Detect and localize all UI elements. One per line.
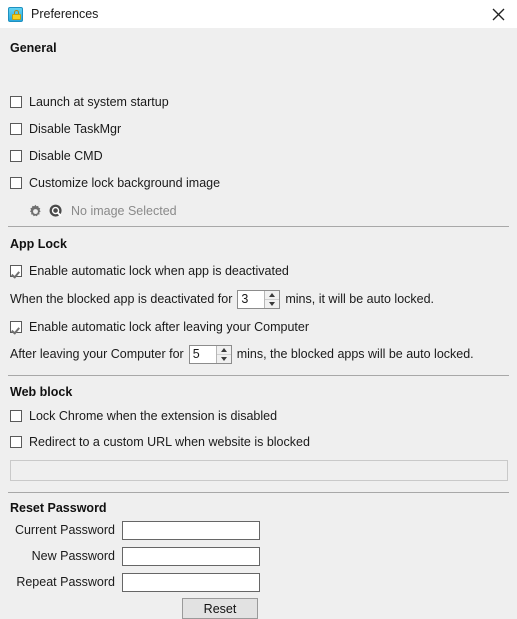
leaving-sentence-before: After leaving your Computer for: [10, 347, 184, 361]
divider-applock-webblock: [8, 375, 509, 376]
checkbox-label-disable-taskmgr: Disable TaskMgr: [29, 122, 122, 136]
section-title-reset-password: Reset Password: [10, 501, 107, 515]
spinner-up-leaving-minutes[interactable]: [216, 346, 231, 355]
field-row-repeat-password: Repeat Password: [10, 572, 260, 592]
checkbox-disable-cmd[interactable]: [10, 150, 22, 162]
deactivated-sentence-after: mins, it will be auto locked.: [285, 292, 435, 306]
app-lock-padlock-icon: [8, 6, 23, 22]
spinner-leaving-minutes[interactable]: 5: [188, 344, 232, 364]
checkbox-disable-taskmgr[interactable]: [10, 123, 22, 135]
spinner-deactivated-minutes[interactable]: 3: [237, 289, 281, 309]
field-row-new-password: New Password: [10, 546, 260, 566]
checkbox-lock-chrome[interactable]: [10, 410, 22, 422]
divider-general-applock: [8, 226, 509, 227]
spinner-down-leaving-minutes[interactable]: [217, 355, 231, 363]
checkbox-row-launch-at-startup[interactable]: Launch at system startup: [10, 93, 169, 111]
checkbox-label-disable-cmd: Disable CMD: [29, 149, 103, 163]
spinner-value-leaving-minutes[interactable]: 5: [190, 346, 216, 363]
spinner-value-deactivated-minutes[interactable]: 3: [238, 291, 264, 308]
leaving-minutes-sentence: After leaving your Computer for 5 mins, …: [10, 344, 474, 364]
checkbox-row-disable-cmd[interactable]: Disable CMD: [10, 147, 103, 165]
field-row-current-password: Current Password: [10, 520, 260, 540]
section-title-general: General: [10, 41, 57, 55]
checkbox-auto-lock-leaving[interactable]: [10, 321, 22, 333]
custom-url-input[interactable]: [10, 460, 508, 481]
deactivated-minutes-sentence: When the blocked app is deactivated for …: [10, 289, 434, 309]
repeat-password-field[interactable]: [122, 572, 260, 592]
no-image-selected-text: No image Selected: [71, 204, 177, 218]
search-icon[interactable]: [49, 204, 64, 219]
title-bar: Preferences: [0, 0, 517, 28]
checkbox-redirect-custom-url[interactable]: [10, 436, 22, 448]
spinner-down-deactivated-minutes[interactable]: [265, 300, 279, 308]
label-new-password: New Password: [31, 549, 115, 563]
new-password-field[interactable]: [122, 546, 260, 566]
checkbox-label-auto-lock-deactivated: Enable automatic lock when app is deacti…: [29, 264, 289, 278]
gear-icon[interactable]: [28, 204, 43, 219]
checkbox-label-customize-lock-background: Customize lock background image: [29, 176, 221, 190]
checkbox-label-lock-chrome: Lock Chrome when the extension is disabl…: [29, 409, 278, 423]
checkbox-label-auto-lock-leaving: Enable automatic lock after leaving your…: [29, 320, 310, 334]
checkbox-label-redirect-custom-url: Redirect to a custom URL when website is…: [29, 435, 310, 449]
section-title-app-lock: App Lock: [10, 237, 67, 251]
current-password-field[interactable]: [122, 520, 260, 540]
divider-webblock-resetpassword: [8, 492, 509, 493]
checkbox-row-auto-lock-leaving[interactable]: Enable automatic lock after leaving your…: [10, 318, 309, 336]
checkbox-customize-lock-background[interactable]: [10, 177, 22, 189]
window-title: Preferences: [31, 7, 99, 21]
checkbox-row-customize-lock-background[interactable]: Customize lock background image: [10, 174, 220, 192]
checkbox-row-auto-lock-deactivated[interactable]: Enable automatic lock when app is deacti…: [10, 262, 289, 280]
checkbox-row-redirect-custom-url[interactable]: Redirect to a custom URL when website is…: [10, 433, 310, 451]
close-icon[interactable]: [483, 0, 513, 28]
label-current-password: Current Password: [14, 523, 115, 537]
checkbox-launch-at-startup[interactable]: [10, 96, 22, 108]
leaving-sentence-after: mins, the blocked apps will be auto lock…: [236, 347, 474, 361]
label-repeat-password: Repeat Password: [16, 575, 115, 589]
background-image-picker-row: No image Selected: [28, 202, 177, 220]
spinner-up-deactivated-minutes[interactable]: [265, 291, 280, 300]
reset-button[interactable]: Reset: [182, 598, 258, 619]
section-title-web-block: Web block: [10, 385, 73, 399]
deactivated-sentence-before: When the blocked app is deactivated for: [10, 292, 233, 306]
preferences-content: General Launch at system startup Disable…: [0, 28, 517, 619]
checkbox-row-lock-chrome[interactable]: Lock Chrome when the extension is disabl…: [10, 407, 277, 425]
checkbox-row-disable-taskmgr[interactable]: Disable TaskMgr: [10, 120, 121, 138]
checkbox-label-launch-at-startup: Launch at system startup: [29, 95, 169, 109]
checkbox-auto-lock-deactivated[interactable]: [10, 265, 22, 277]
